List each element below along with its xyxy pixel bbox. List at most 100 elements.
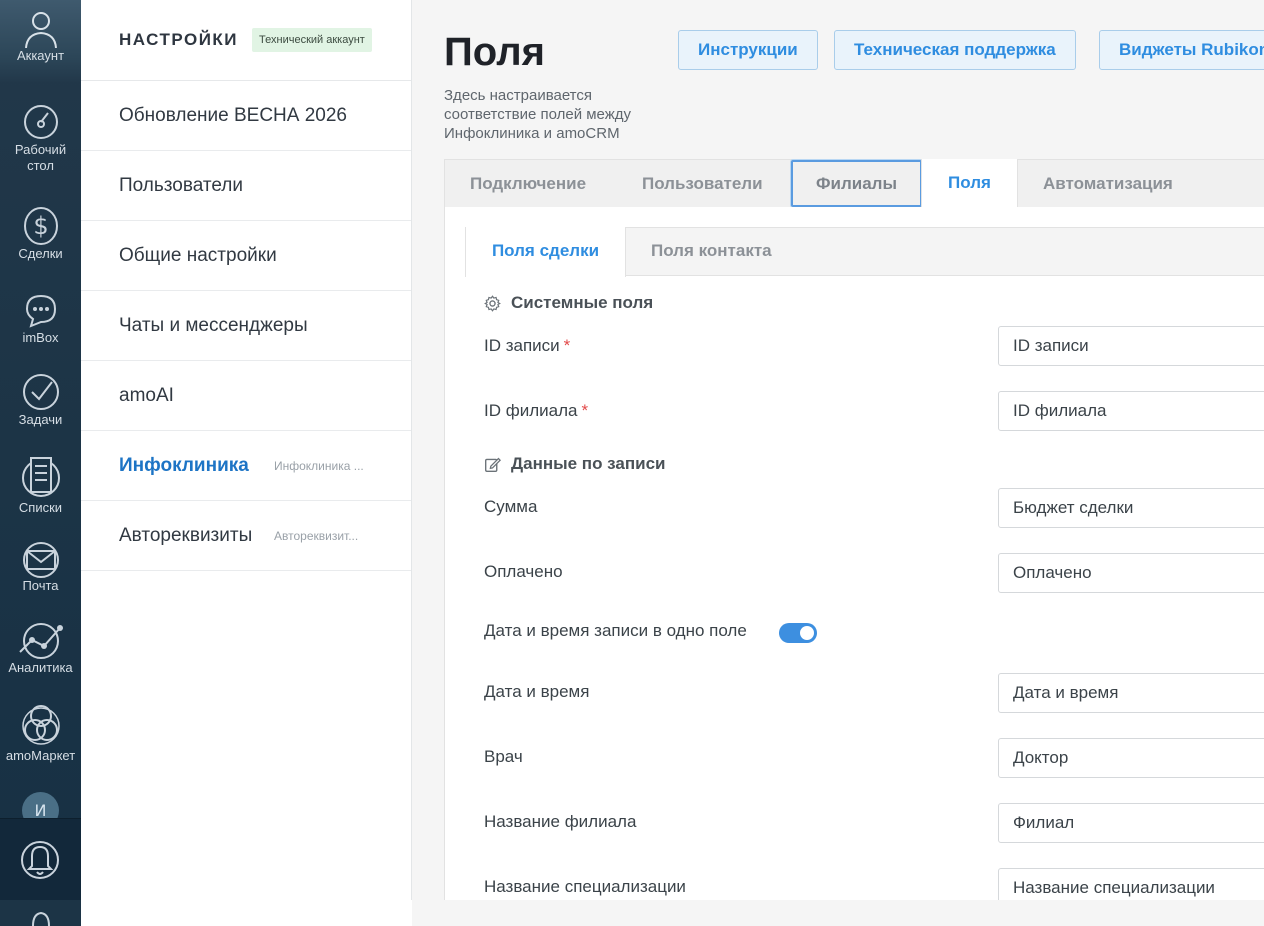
field-label-sum: Сумма xyxy=(484,497,538,516)
sidebar-item-general[interactable]: Общие настройки xyxy=(81,221,411,291)
section-record-data: Данные по записи xyxy=(484,454,665,474)
rail-item-lists[interactable]: Списки xyxy=(0,454,81,516)
page-description: Здесь настраивается соответствие полей м… xyxy=(444,87,632,142)
section-title: Системные поля xyxy=(511,293,654,312)
field-label-branch-name: Название филиала xyxy=(484,812,637,831)
field-label-branch-id: ID филиала * xyxy=(484,401,588,421)
rail-label-analytics: Аналитика xyxy=(8,660,73,675)
rail-label-imbox: imBox xyxy=(22,330,59,345)
subtab-contact-fields[interactable]: Поля контакта xyxy=(651,227,772,276)
rail-item-imbox[interactable]: imBox xyxy=(0,290,81,346)
sidebar-item-update[interactable]: Обновление ВЕСНА 2026 xyxy=(81,81,411,151)
sidebar-title: НАСТРОЙКИ xyxy=(119,30,239,49)
subtab-bar: Поля сделки Поля контакта xyxy=(465,227,1264,277)
sidebar-item-label: Обновление ВЕСНА 2026 xyxy=(119,104,347,126)
chart-line-icon xyxy=(18,623,63,659)
field-label-record-id: ID записи * xyxy=(484,336,570,356)
rail-label-market: amoМаркет xyxy=(5,748,76,763)
specialization-select[interactable]: Название специализации xyxy=(998,868,1264,900)
branch-id-select[interactable]: ID филиала xyxy=(998,391,1264,431)
sidebar-item-amoai[interactable]: amoAI xyxy=(81,361,411,431)
datetime-single-toggle[interactable] xyxy=(779,623,817,643)
subtab-deal-fields[interactable]: Поля сделки xyxy=(465,227,626,277)
rail-item-market[interactable]: amoМаркет xyxy=(0,704,81,764)
sum-select[interactable]: Бюджет сделки xyxy=(998,488,1264,528)
sidebar-item-label: Чаты и мессенджеры xyxy=(119,314,308,336)
dollar-icon: $ xyxy=(23,207,58,245)
edit-icon xyxy=(485,457,501,472)
bell-icon xyxy=(21,841,59,879)
tab-fields[interactable]: Поля xyxy=(921,159,1018,208)
tab-bar: Подключение Пользователи Филиалы Поля Ав… xyxy=(444,159,1264,208)
list-icon xyxy=(21,457,60,497)
rail-label-deals: Сделки xyxy=(18,246,63,261)
doctor-select[interactable]: Доктор xyxy=(998,738,1264,778)
sidebar-item-users[interactable]: Пользователи xyxy=(81,151,411,221)
field-label-text: ID филиала xyxy=(484,401,578,420)
sidebar-item-chats[interactable]: Чаты и мессенджеры xyxy=(81,291,411,361)
tab-users[interactable]: Пользователи xyxy=(642,160,763,208)
required-marker: * xyxy=(563,336,571,355)
rail-label-mail: Почта xyxy=(22,578,59,593)
tab-automation[interactable]: Автоматизация xyxy=(1043,160,1173,208)
sidebar-item-label: amoAI xyxy=(119,384,174,406)
field-label-datetime-single: Дата и время записи в одно поле xyxy=(484,621,747,640)
rail-item-analytics[interactable]: Аналитика xyxy=(0,622,81,676)
checkmark-circle-icon xyxy=(22,374,59,410)
sidebar-item-label: Пользователи xyxy=(119,174,244,196)
instructions-button[interactable]: Инструкции xyxy=(678,30,818,70)
tab-branches[interactable]: Филиалы xyxy=(791,160,922,207)
rail-label-lists: Списки xyxy=(18,500,63,515)
settings-sidebar: НАСТРОЙКИ Технический аккаунт Обновление… xyxy=(81,0,412,926)
required-marker: * xyxy=(581,401,589,420)
support-button[interactable]: Техническая поддержка xyxy=(834,30,1076,70)
section-system-fields: Системные поля xyxy=(484,293,653,313)
fields-panel: Поля сделки Поля контакта Системные поля… xyxy=(444,207,1264,900)
sidebar-item-sublabel: Автореквизит... xyxy=(274,528,359,543)
datetime-select[interactable]: Дата и время xyxy=(998,673,1264,713)
sidebar-item-label: Автореквизиты xyxy=(119,524,253,546)
rail-item-dashboard[interactable]: Рабочий стол xyxy=(0,102,81,174)
rail-label-tasks: Задачи xyxy=(18,412,63,427)
field-label-datetime: Дата и время xyxy=(484,682,590,701)
paid-select[interactable]: Оплачено xyxy=(998,553,1264,593)
sidebar-item-sublabel: Инфоклиника ... xyxy=(274,458,364,473)
left-rail: Аккаунт Рабочий стол $ Сделки imBox Зада… xyxy=(0,0,81,926)
user-icon xyxy=(32,911,50,926)
record-id-select[interactable]: ID записи xyxy=(998,326,1264,366)
field-label-paid: Оплачено xyxy=(484,562,563,581)
widgets-button[interactable]: Виджеты Rubikom xyxy=(1099,30,1264,70)
account-type-badge: Технический аккаунт xyxy=(252,28,372,52)
dashboard-icon xyxy=(23,105,58,139)
rail-item-deals[interactable]: $ Сделки xyxy=(0,202,81,262)
field-label-text: ID записи xyxy=(484,336,560,355)
sidebar-item-label: Общие настройки xyxy=(119,244,277,266)
rail-item-account[interactable]: Аккаунт xyxy=(0,8,81,64)
section-title: Данные по записи xyxy=(511,454,666,473)
sidebar-header: НАСТРОЙКИ Технический аккаунт xyxy=(81,0,411,81)
rail-label-dashboard: Рабочий стол xyxy=(14,142,67,173)
tab-connection[interactable]: Подключение xyxy=(470,160,586,208)
rail-bottom-item[interactable] xyxy=(0,900,81,926)
sidebar-item-infoclinic[interactable]: Инфоклиника Инфоклиника ... xyxy=(81,431,411,501)
main-content: Поля Здесь настраивается соответствие по… xyxy=(412,0,1264,900)
rail-item-tasks[interactable]: Задачи xyxy=(0,372,81,428)
envelope-icon xyxy=(22,542,59,578)
market-icon xyxy=(21,705,60,745)
field-label-doctor: Врач xyxy=(484,747,523,766)
page-title: Поля xyxy=(444,30,545,74)
rail-label-account: Аккаунт xyxy=(16,48,65,63)
chat-bubble-icon xyxy=(25,294,56,328)
rail-item-mail[interactable]: Почта xyxy=(0,542,81,594)
notifications-area[interactable] xyxy=(0,818,81,900)
field-label-specialization: Название специализации xyxy=(484,877,686,896)
sidebar-item-label: Инфоклиника xyxy=(119,454,249,476)
bottom-strip-main xyxy=(412,900,1264,926)
user-icon xyxy=(24,12,57,48)
toggle-knob xyxy=(800,626,814,640)
bottom-strip xyxy=(81,900,1264,926)
svg-text:$: $ xyxy=(33,212,48,240)
branch-name-select[interactable]: Филиал xyxy=(998,803,1264,843)
gear-icon xyxy=(484,294,501,312)
sidebar-item-autorequisites[interactable]: Автореквизиты Автореквизит... xyxy=(81,501,411,571)
